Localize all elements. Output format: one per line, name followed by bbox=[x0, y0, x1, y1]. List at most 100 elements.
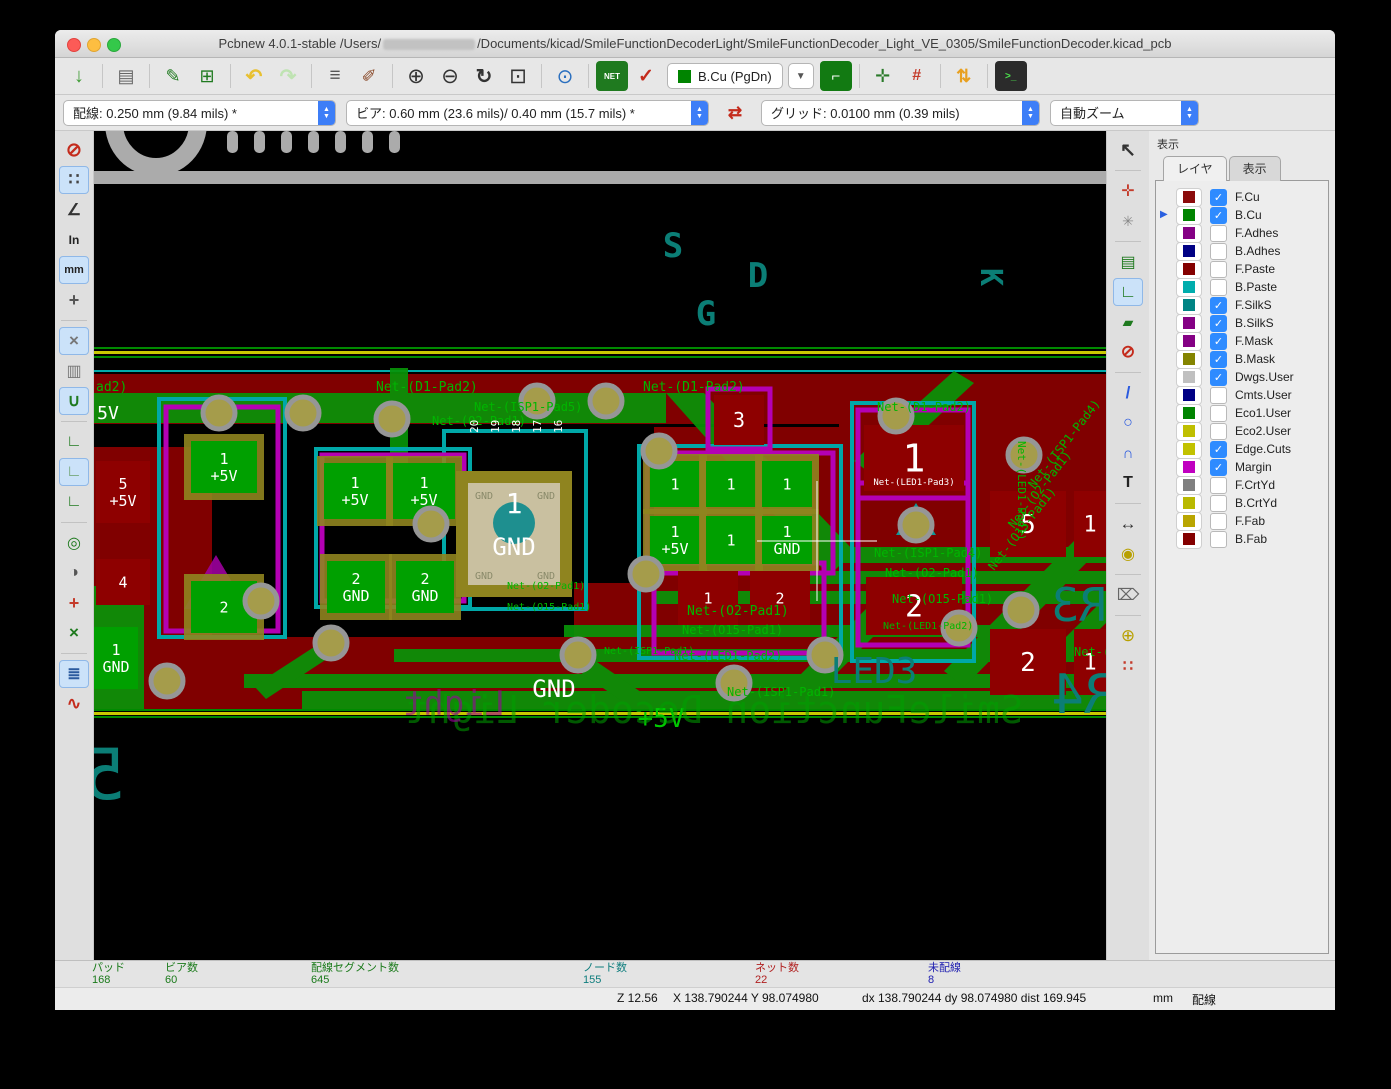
local-ratsnest-button[interactable]: ✳ bbox=[1113, 207, 1143, 235]
vias-sketch-button[interactable]: ◎ bbox=[59, 529, 89, 557]
high-contrast-button[interactable]: ◑ bbox=[59, 559, 89, 587]
layer-visibility-checkbox[interactable]: ✓ bbox=[1210, 188, 1227, 206]
layer-row-f-fab[interactable]: F.Fab bbox=[1156, 511, 1328, 531]
units-inches-button[interactable]: In bbox=[59, 226, 89, 254]
zoom-fit-button[interactable]: ⊡ bbox=[502, 61, 534, 91]
layer-color-swatch[interactable] bbox=[1176, 349, 1202, 369]
layer-row-margin[interactable]: ✓ Margin bbox=[1156, 457, 1328, 477]
save-board-button[interactable]: ↓ bbox=[63, 61, 95, 91]
grid-visibility-button[interactable]: ∷ bbox=[59, 166, 89, 194]
microwave-tools-button[interactable]: ∿ bbox=[59, 690, 89, 718]
active-layer-selector[interactable]: B.Cu (PgDn) bbox=[667, 63, 783, 89]
layer-visibility-checkbox[interactable]: ✓ bbox=[1210, 206, 1227, 224]
zoom-stepper-icon[interactable]: ▲ ▼ bbox=[1181, 100, 1198, 125]
layer-visibility-checkbox[interactable] bbox=[1210, 224, 1227, 242]
layer-color-swatch[interactable] bbox=[1176, 367, 1202, 387]
layer-color-swatch[interactable] bbox=[1176, 259, 1202, 279]
layers-manager-button[interactable]: ≣ bbox=[59, 660, 89, 688]
layer-row-b-mask[interactable]: ✓ B.Mask bbox=[1156, 349, 1328, 369]
cursor-shape-button[interactable]: + bbox=[59, 286, 89, 314]
add-keepout-button[interactable]: ⊘ bbox=[1113, 338, 1143, 366]
pcb-drawing[interactable]: 1+5V21+5V1+5V2GND2GND1 1 11+5V 1 1GND1GND5+5… bbox=[94, 131, 1106, 965]
layer-color-swatch[interactable] bbox=[1176, 313, 1202, 333]
module-ratsnest-button[interactable]: ▥ bbox=[59, 357, 89, 385]
layer-row-dwgs-user[interactable]: ✓ Dwgs.User bbox=[1156, 367, 1328, 387]
layer-row-cmts-user[interactable]: Cmts.User bbox=[1156, 385, 1328, 405]
netlist-button[interactable]: NET bbox=[596, 61, 628, 91]
layer-row-f-mask[interactable]: ✓ F.Mask bbox=[1156, 331, 1328, 351]
layer-row-b-paste[interactable]: B.Paste bbox=[1156, 277, 1328, 297]
swap-layers-button[interactable]: ⇅ bbox=[948, 61, 980, 91]
tab-layers[interactable]: レイヤ bbox=[1163, 156, 1227, 181]
layer-row-f-adhes[interactable]: F.Adhes bbox=[1156, 223, 1328, 243]
layer-row-f-crtyd[interactable]: F.CrtYd bbox=[1156, 475, 1328, 495]
layer-color-swatch[interactable] bbox=[1176, 385, 1202, 405]
layer-row-f-cu[interactable]: ✓ F.Cu bbox=[1156, 187, 1328, 207]
grid-origin-button[interactable]: ∷ bbox=[1113, 652, 1143, 680]
page-settings-button[interactable]: ▤ bbox=[110, 61, 142, 91]
erc-button[interactable]: ✓ bbox=[630, 61, 662, 91]
layer-color-swatch[interactable] bbox=[1176, 475, 1202, 495]
layer-row-b-adhes[interactable]: B.Adhes bbox=[1156, 241, 1328, 261]
minimize-window-button[interactable] bbox=[87, 38, 101, 52]
layer-color-swatch[interactable] bbox=[1176, 331, 1202, 351]
auto-track-width-button[interactable]: ⇄ bbox=[719, 98, 751, 128]
ratsnest-visibility-button[interactable]: × bbox=[59, 327, 89, 355]
route-track-button[interactable]: ∟ bbox=[1113, 278, 1143, 306]
zoom-window-button[interactable] bbox=[107, 38, 121, 52]
track-width-stepper-icon[interactable]: ▲ ▼ bbox=[318, 100, 335, 125]
layer-color-swatch[interactable] bbox=[1176, 277, 1202, 297]
close-window-button[interactable] bbox=[67, 38, 81, 52]
layer-color-swatch[interactable] bbox=[1176, 205, 1202, 225]
module-position-button[interactable]: ✛ bbox=[867, 61, 899, 91]
redo-button[interactable]: ↷ bbox=[272, 61, 304, 91]
zoom-out-button[interactable]: ⊖ bbox=[434, 61, 466, 91]
layer-row-b-fab[interactable]: B.Fab bbox=[1156, 529, 1328, 549]
via-size-select[interactable]: ビア: 0.60 mm (23.6 mils)/ 0.40 mm (15.7 m… bbox=[346, 99, 709, 126]
layer-visibility-checkbox[interactable] bbox=[1210, 386, 1227, 404]
layer-row-f-silks[interactable]: ✓ F.SilkS bbox=[1156, 295, 1328, 315]
layer-visibility-checkbox[interactable]: ✓ bbox=[1210, 368, 1227, 386]
layer-visibility-checkbox[interactable] bbox=[1210, 512, 1227, 530]
layer-visibility-checkbox[interactable]: ✓ bbox=[1210, 350, 1227, 368]
layer-visibility-checkbox[interactable] bbox=[1210, 242, 1227, 260]
layer-visibility-checkbox[interactable] bbox=[1210, 278, 1227, 296]
layer-color-swatch[interactable] bbox=[1176, 439, 1202, 459]
plot-button[interactable]: ✐ bbox=[353, 61, 385, 91]
drag-track-button[interactable]: ∪ bbox=[59, 387, 89, 415]
layer-visibility-checkbox[interactable]: ✓ bbox=[1210, 332, 1227, 350]
layer-visibility-checkbox[interactable] bbox=[1210, 260, 1227, 278]
highlight-net-button[interactable]: ✛ bbox=[1113, 177, 1143, 205]
drill-origin-button[interactable]: ⊕ bbox=[1113, 622, 1143, 650]
units-mm-button[interactable]: mm bbox=[59, 256, 89, 284]
layer-visibility-checkbox[interactable]: ✓ bbox=[1210, 296, 1227, 314]
redraw-button[interactable]: ↻ bbox=[468, 61, 500, 91]
add-zone-button[interactable]: ▰ bbox=[1113, 308, 1143, 336]
layer-color-swatch[interactable] bbox=[1176, 187, 1202, 207]
layer-row-f-paste[interactable]: F.Paste bbox=[1156, 259, 1328, 279]
layer-row-b-cu[interactable]: ▶ ✓ B.Cu bbox=[1156, 205, 1328, 225]
undo-button[interactable]: ↶ bbox=[238, 61, 270, 91]
add-module-button[interactable]: ▤ bbox=[1113, 248, 1143, 276]
find-button[interactable]: ⊙ bbox=[549, 61, 581, 91]
add-dimension-button[interactable]: ↔ bbox=[1113, 510, 1143, 538]
layer-color-swatch[interactable] bbox=[1176, 457, 1202, 477]
layer-row-edge-cuts[interactable]: ✓ Edge.Cuts bbox=[1156, 439, 1328, 459]
layer-visibility-checkbox[interactable]: ✓ bbox=[1210, 440, 1227, 458]
track-via-properties-button[interactable]: ⌐ bbox=[819, 61, 852, 91]
layer-color-swatch[interactable] bbox=[1176, 421, 1202, 441]
layer-visibility-checkbox[interactable] bbox=[1210, 422, 1227, 440]
layer-color-swatch[interactable] bbox=[1176, 241, 1202, 261]
print-button[interactable]: ≡ bbox=[319, 61, 351, 91]
layer-color-swatch[interactable] bbox=[1176, 511, 1202, 531]
module-browser-button[interactable]: ⊞ bbox=[191, 61, 223, 91]
layer-visibility-checkbox[interactable] bbox=[1210, 404, 1227, 422]
zoom-select[interactable]: 自動ズーム ▲ ▼ bbox=[1050, 99, 1199, 126]
pcb-canvas[interactable]: 1 +5V 2 1 +5V 1 +5V 2 GND 2 GND 1 1 1 1 +5V 1 1 GND 1 GND 5 +5… bbox=[94, 131, 1106, 960]
track-cross-button[interactable]: + bbox=[59, 589, 89, 617]
tracks-sketch-button[interactable]: ∟ bbox=[59, 458, 89, 486]
scripting-console-button[interactable]: >_ bbox=[994, 61, 1027, 91]
layer-color-swatch[interactable] bbox=[1176, 493, 1202, 513]
tracks-filled-button[interactable]: ∟ bbox=[59, 428, 89, 456]
layer-row-b-silks[interactable]: ✓ B.SilkS bbox=[1156, 313, 1328, 333]
